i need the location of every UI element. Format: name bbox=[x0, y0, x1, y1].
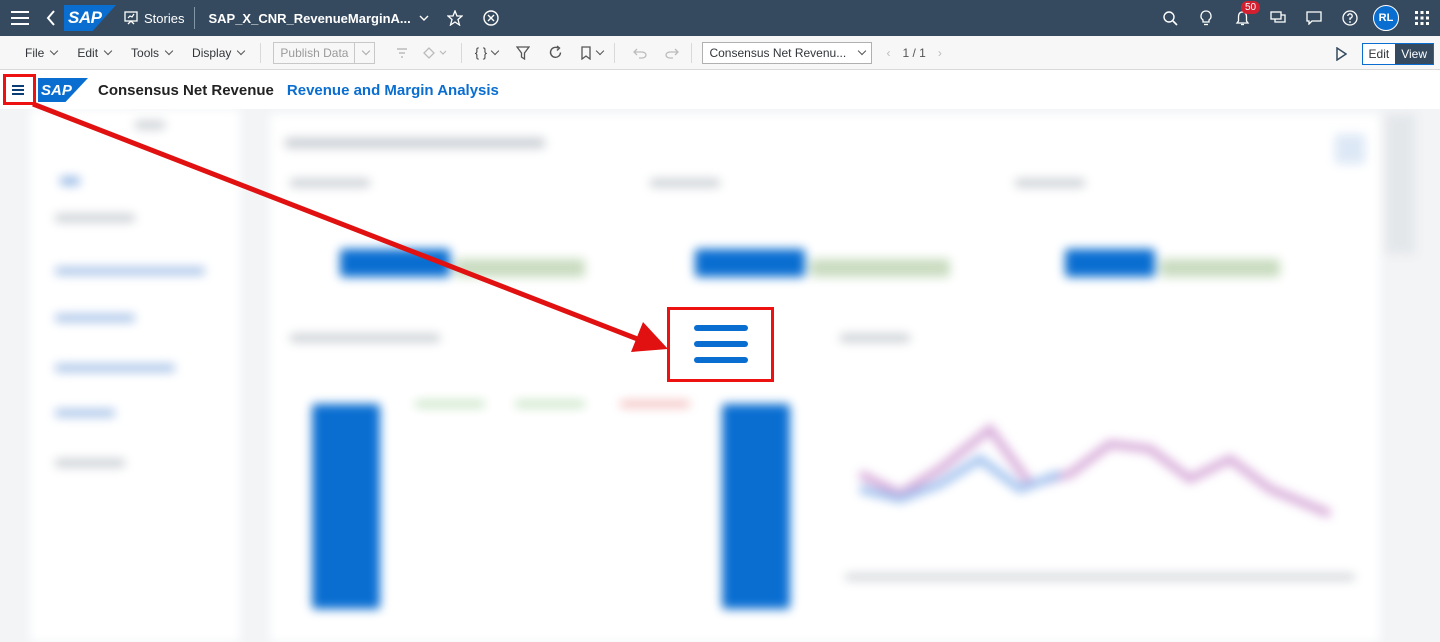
star-icon[interactable] bbox=[437, 0, 473, 36]
page-select[interactable]: Consensus Net Revenu... bbox=[702, 41, 873, 64]
app-root: SAP Stories SAP_X_CNR_RevenueMarginA... … bbox=[0, 0, 1440, 642]
menu-display[interactable]: Display bbox=[182, 46, 254, 60]
avatar-initials: RL bbox=[1373, 5, 1399, 31]
chevron-down-icon bbox=[50, 46, 59, 55]
stories-link[interactable]: Stories bbox=[124, 7, 196, 29]
filter-stack-icon[interactable] bbox=[389, 40, 415, 66]
pager-label: 1 / 1 bbox=[902, 45, 926, 60]
main-panel bbox=[270, 114, 1380, 642]
notification-badge: 50 bbox=[1241, 1, 1261, 14]
refresh-icon[interactable] bbox=[542, 40, 568, 66]
stories-icon bbox=[124, 11, 138, 25]
chat-icon[interactable] bbox=[1260, 0, 1296, 36]
stories-label: Stories bbox=[144, 10, 185, 26]
edit-view-toggle: Edit View bbox=[1361, 43, 1434, 65]
sap-logo[interactable]: SAP bbox=[64, 5, 116, 31]
publish-data-button[interactable]: Publish Data bbox=[273, 41, 376, 64]
story-title: SAP_X_CNR_RevenueMarginA... bbox=[208, 10, 411, 26]
filter-icon[interactable] bbox=[510, 40, 536, 66]
divider bbox=[691, 42, 693, 63]
edit-button[interactable]: Edit bbox=[1362, 44, 1396, 64]
chevron-down-icon bbox=[858, 46, 867, 55]
toolbar-right: Edit View bbox=[1328, 41, 1434, 67]
sap-logo-small: SAP bbox=[38, 78, 88, 102]
story-content-blurred bbox=[0, 109, 1440, 642]
formula-label: { } bbox=[474, 45, 488, 60]
shell-bar: SAP Stories SAP_X_CNR_RevenueMarginA... … bbox=[0, 0, 1440, 36]
menu-edit-label: Edit bbox=[77, 45, 99, 60]
user-avatar[interactable]: RL bbox=[1368, 0, 1404, 36]
undo-icon[interactable] bbox=[627, 40, 653, 66]
chevron-down-icon[interactable] bbox=[354, 42, 374, 63]
prev-page-icon[interactable]: ‹ bbox=[886, 46, 890, 60]
shell-actions: 50 RL bbox=[1152, 0, 1440, 36]
story-header-subtitle: Revenue and Margin Analysis bbox=[286, 81, 499, 99]
notification-bell-icon[interactable]: 50 bbox=[1224, 0, 1261, 36]
help-icon[interactable] bbox=[1332, 0, 1368, 36]
publish-data-label: Publish Data bbox=[280, 45, 349, 60]
right-scroll bbox=[1385, 114, 1415, 254]
linked-analysis-icon[interactable] bbox=[415, 40, 455, 66]
app-grid-icon[interactable] bbox=[1404, 0, 1440, 36]
search-icon[interactable] bbox=[1152, 0, 1188, 36]
left-menu-icon[interactable] bbox=[6, 78, 30, 102]
redo-icon[interactable] bbox=[659, 40, 685, 66]
menu-icon[interactable] bbox=[2, 0, 38, 36]
play-icon[interactable] bbox=[1328, 41, 1354, 67]
divider bbox=[260, 42, 262, 63]
chevron-down-icon bbox=[237, 46, 246, 55]
chevron-down-icon[interactable] bbox=[411, 0, 437, 36]
menu-file[interactable]: File bbox=[0, 46, 67, 60]
divider bbox=[461, 42, 463, 63]
chevron-down-icon bbox=[164, 46, 174, 55]
view-button[interactable]: View bbox=[1395, 44, 1433, 64]
next-page-icon[interactable]: › bbox=[938, 46, 942, 60]
pager: ‹ 1 / 1 › bbox=[886, 46, 941, 60]
bookmark-icon[interactable] bbox=[574, 40, 608, 66]
menu-display-label: Display bbox=[192, 45, 232, 60]
story-toolbar: File Edit Tools Display Publish Data { } bbox=[0, 36, 1440, 70]
lightbulb-icon[interactable] bbox=[1188, 0, 1224, 36]
chevron-down-icon bbox=[103, 46, 113, 55]
blurred-line-chart bbox=[858, 423, 1332, 518]
feedback-icon[interactable] bbox=[1296, 0, 1332, 36]
back-icon[interactable] bbox=[38, 0, 64, 36]
formula-icon[interactable]: { } bbox=[468, 40, 504, 66]
menu-tools[interactable]: Tools bbox=[121, 46, 182, 60]
menu-tools-label: Tools bbox=[131, 45, 160, 60]
menu-file-label: File bbox=[25, 45, 45, 60]
menu-edit[interactable]: Edit bbox=[67, 46, 121, 60]
close-circle-icon[interactable] bbox=[473, 0, 509, 36]
divider bbox=[614, 42, 616, 63]
page-select-value: Consensus Net Revenu... bbox=[709, 45, 847, 60]
story-header-title: Consensus Net Revenue bbox=[98, 81, 274, 99]
blurred-dashboard bbox=[0, 109, 1440, 642]
story-header: SAP Consensus Net Revenue Revenue and Ma… bbox=[0, 71, 1440, 109]
filter-panel bbox=[30, 109, 240, 642]
